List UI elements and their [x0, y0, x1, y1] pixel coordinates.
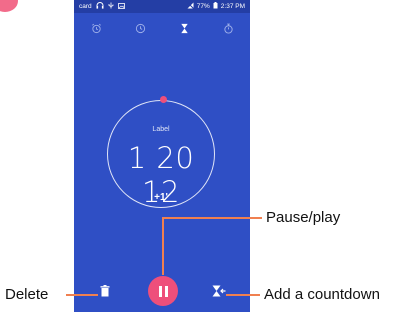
delete-callout-line [66, 294, 98, 296]
usb-icon [108, 2, 114, 11]
status-time: 2:37 PM [220, 3, 245, 10]
stopwatch-icon [223, 23, 233, 34]
status-bar: card 77% 2:37 PM [74, 0, 250, 13]
add-countdown-icon[interactable] [212, 284, 226, 297]
pause-callout-line-horizontal [162, 217, 262, 219]
timer-label[interactable]: Label [107, 126, 215, 133]
clock-icon [135, 23, 145, 33]
tab-bar [74, 20, 250, 36]
tab-stopwatch[interactable] [218, 20, 238, 36]
carrier-label: card [79, 3, 92, 10]
delete-icon[interactable] [100, 284, 110, 297]
add-minute-button[interactable]: +1' [107, 192, 215, 203]
alarm-icon [91, 23, 101, 33]
tab-clock[interactable] [130, 20, 150, 36]
battery-icon [213, 2, 218, 11]
tab-alarm[interactable] [86, 20, 106, 36]
add-countdown-callout-line [226, 294, 260, 296]
image-icon [117, 2, 125, 11]
callout-add-countdown: Add a countdown [264, 286, 380, 303]
battery-percent: 77% [196, 3, 210, 10]
tab-timer[interactable] [174, 20, 194, 36]
hourglass-icon [180, 23, 188, 33]
pause-button[interactable] [148, 276, 178, 306]
pause-icon [158, 285, 162, 297]
callout-delete: Delete [5, 286, 49, 303]
callout-pause-play: Pause/play [266, 209, 341, 226]
headphones-icon [96, 2, 104, 11]
no-signal-icon [186, 2, 194, 11]
corner-badge [0, 0, 18, 12]
pause-callout-line-vertical [162, 217, 164, 275]
progress-indicator [160, 96, 167, 103]
